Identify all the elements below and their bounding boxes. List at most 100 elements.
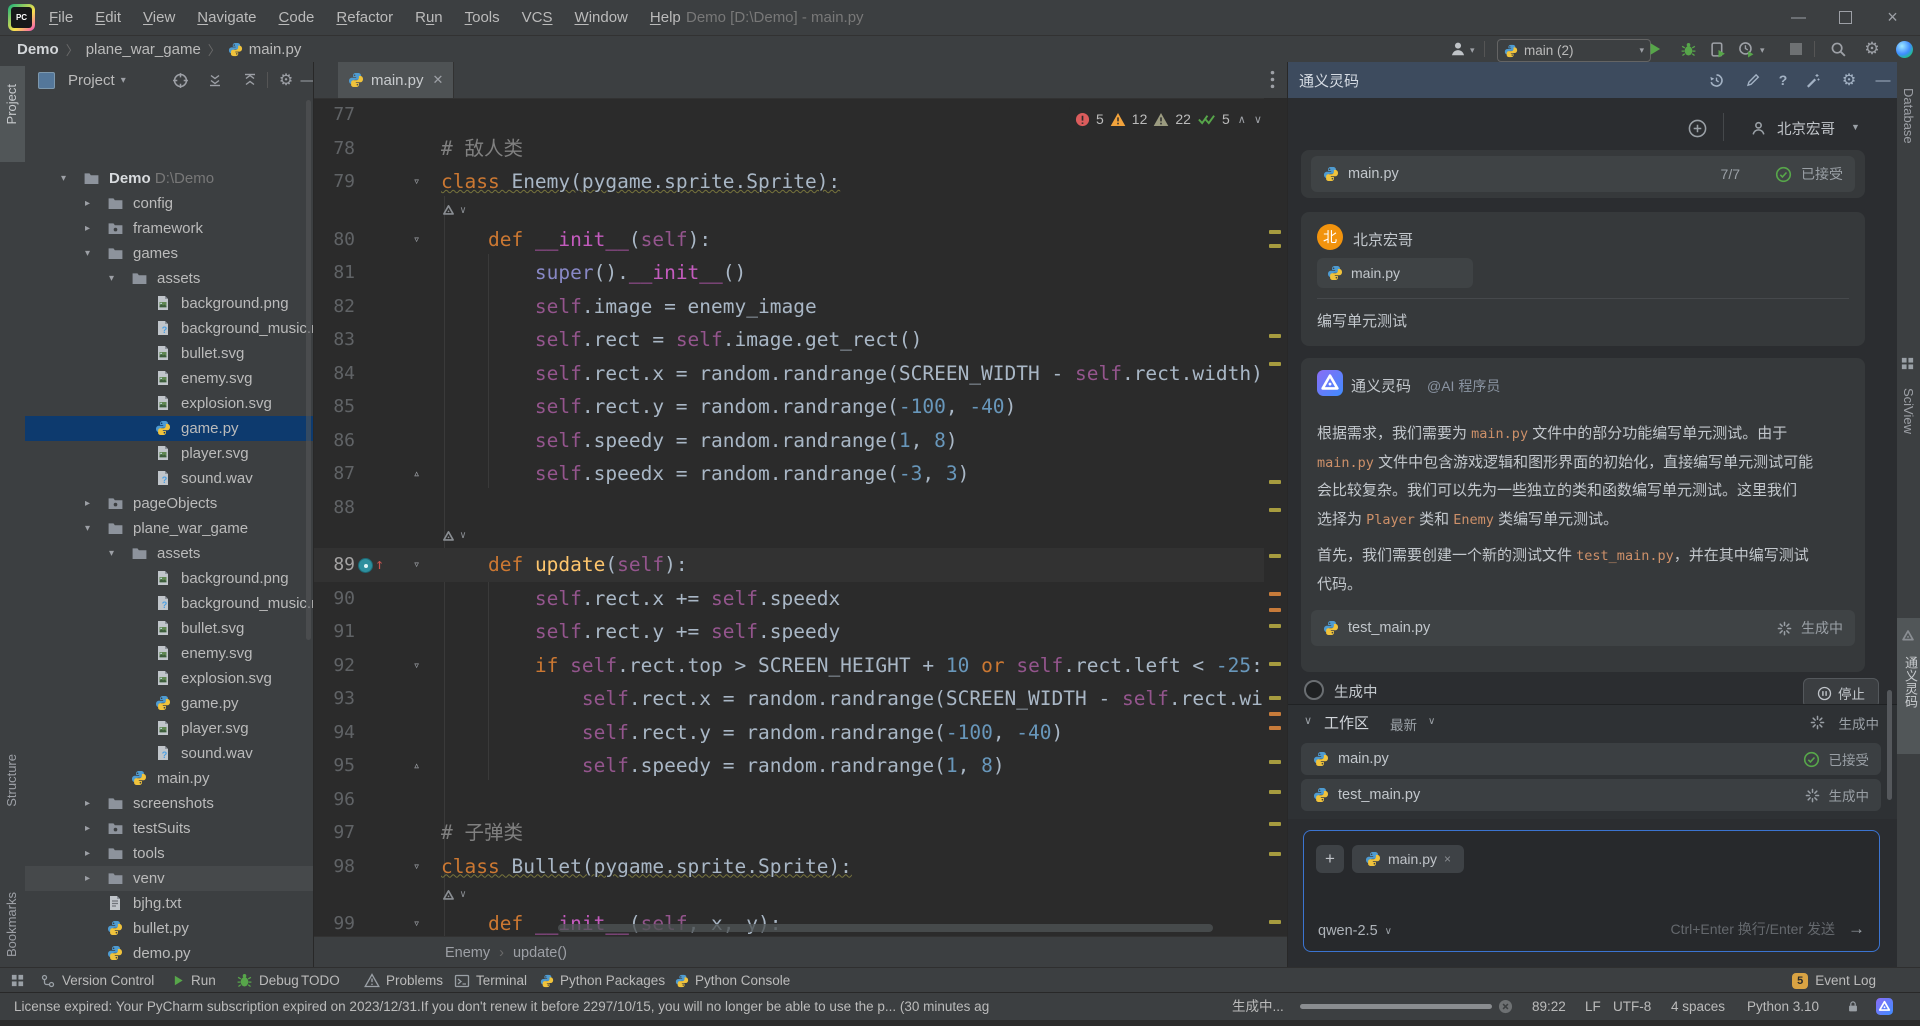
gutter[interactable]	[355, 816, 441, 850]
run-button[interactable]	[1645, 39, 1665, 59]
line-number[interactable]: 84	[314, 357, 355, 391]
line-number[interactable]: 96	[314, 783, 355, 817]
indent-style[interactable]: 4 spaces	[1671, 993, 1725, 1020]
chevron-right-icon[interactable]: ▸	[85, 816, 90, 841]
error-stripe-mark[interactable]	[1269, 624, 1281, 628]
hide-ai-panel-icon[interactable]: —	[1873, 70, 1893, 90]
tool-window-button-todo[interactable]: TODO	[301, 968, 340, 993]
license-message[interactable]: License expired: Your PyCharm subscripti…	[14, 993, 1219, 1020]
tree-item-explosion-svg[interactable]: explosion.svg	[25, 391, 313, 416]
cancel-progress-icon[interactable]	[1498, 999, 1513, 1015]
line-number[interactable]: 83	[314, 323, 355, 357]
line-number[interactable]: 87	[314, 457, 355, 491]
sort-dropdown-icon[interactable]: ∨	[1428, 716, 1435, 727]
error-stripe-mark[interactable]	[1269, 230, 1281, 234]
code-line[interactable]: 92▿ if self.rect.top > SCREEN_HEIGHT + 1…	[314, 649, 1264, 683]
menu-vcs[interactable]: VCS	[511, 9, 564, 26]
gutter[interactable]	[355, 357, 441, 391]
gutter[interactable]	[355, 98, 441, 132]
tree-item-sound-wav[interactable]: ?sound.wav	[25, 466, 313, 491]
tree-item-config[interactable]: ▸config	[25, 191, 313, 216]
stripe-tab-structure[interactable]: Structure	[4, 754, 19, 807]
tree-item-enemy-svg[interactable]: enemy.svg	[25, 641, 313, 666]
code-line[interactable]: 98▿class Bullet(pygame.sprite.Sprite):	[314, 850, 1264, 884]
profiler-button[interactable]	[1736, 39, 1756, 59]
send-icon[interactable]: →	[1848, 919, 1865, 939]
line-number[interactable]: 88	[314, 491, 355, 525]
tree-item-player-svg[interactable]: player.svg	[25, 441, 313, 466]
history-file-row[interactable]: main.py 7/7 已接受	[1311, 156, 1855, 192]
ai-generating-gutter-icon[interactable]	[358, 558, 373, 573]
error-stripe-mark[interactable]	[1269, 760, 1281, 764]
error-stripe-mark[interactable]	[1269, 334, 1281, 338]
code-line[interactable]: 96	[314, 783, 1264, 817]
tree-item-background-png[interactable]: background.png	[25, 291, 313, 316]
error-stripe-mark[interactable]	[1269, 920, 1281, 924]
code-line[interactable]: 79▿class Enemy(pygame.sprite.Sprite):	[314, 165, 1264, 199]
gutter[interactable]: ▿	[355, 649, 441, 683]
collapse-all-icon[interactable]	[241, 71, 259, 89]
project-scrollbar[interactable]	[306, 100, 311, 640]
breadcrumb-item[interactable]: Demo	[17, 41, 59, 58]
hide-panel-icon[interactable]: —	[299, 71, 314, 89]
tool-window-button-run[interactable]: Run	[172, 968, 216, 993]
gutter[interactable]: ▵	[355, 749, 441, 783]
fold-expanded-icon[interactable]: ▿	[413, 223, 420, 257]
tree-item-demo[interactable]: ▾Demo D:\Demo	[25, 166, 313, 191]
ai-settings-gear-icon[interactable]: ⚙	[1839, 70, 1859, 90]
help-icon[interactable]: ?	[1773, 70, 1793, 90]
tree-item-bullet-py[interactable]: bullet.py	[25, 916, 313, 941]
line-number[interactable]: 77	[314, 98, 355, 132]
gutter[interactable]	[355, 390, 441, 424]
tree-item-game-py[interactable]: game.py	[25, 416, 313, 441]
error-stripe-mark[interactable]	[1269, 696, 1281, 700]
gutter[interactable]	[355, 615, 441, 649]
tree-item-game-py[interactable]: game.py	[25, 691, 313, 716]
settings-gear-icon[interactable]: ⚙	[1862, 39, 1882, 59]
tree-item-screenshots[interactable]: ▸screenshots	[25, 791, 313, 816]
ai-panel-scrollbar[interactable]	[1887, 690, 1892, 800]
tool-window-button-version-control[interactable]: Version Control	[40, 968, 154, 993]
line-number[interactable]: 91	[314, 615, 355, 649]
minimize-window-icon[interactable]: —	[1775, 0, 1822, 34]
chevron-right-icon[interactable]: ▸	[85, 791, 90, 816]
event-log-button[interactable]: 5 Event Log	[1792, 968, 1876, 993]
line-number[interactable]: 95	[314, 749, 355, 783]
error-stripe-mark[interactable]	[1269, 362, 1281, 366]
debug-button[interactable]	[1678, 39, 1698, 59]
error-stripe-mark[interactable]	[1269, 852, 1281, 856]
maximize-window-icon[interactable]	[1822, 0, 1869, 34]
breadcrumb-class[interactable]: Enemy	[445, 945, 490, 961]
error-stripe-mark[interactable]	[1269, 608, 1281, 612]
gutter[interactable]: ▿	[355, 223, 441, 257]
tree-item-demo-py[interactable]: demo.py	[25, 941, 313, 966]
gutter[interactable]	[355, 783, 441, 817]
code-line[interactable]: 82 self.image = enemy_image	[314, 290, 1264, 324]
menu-code[interactable]: Code	[268, 9, 326, 26]
code-area[interactable]: 7778# 敌人类79▿class Enemy(pygame.sprite.Sp…	[314, 98, 1264, 936]
tree-item-player-svg[interactable]: player.svg	[25, 716, 313, 741]
stripe-tab-project[interactable]: Project	[4, 84, 19, 124]
stripe-tab-tongyi[interactable]: 通义灵码	[1901, 656, 1920, 708]
chevron-down-icon[interactable]: ▾	[109, 541, 114, 566]
tree-item-assets[interactable]: ▾assets	[25, 541, 313, 566]
chevron-down-icon[interactable]: ▾	[109, 266, 114, 291]
user-file-chip[interactable]: main.py	[1317, 258, 1473, 288]
account-person-icon[interactable]	[1748, 118, 1768, 138]
menu-help[interactable]: Help	[639, 9, 692, 26]
line-separator[interactable]: LF	[1585, 993, 1601, 1020]
tree-item-sound-wav[interactable]: ?sound.wav	[25, 741, 313, 766]
code-line[interactable]: 84 self.rect.x = random.randrange(SCREEN…	[314, 357, 1264, 391]
chevron-right-icon[interactable]: ▸	[85, 191, 90, 216]
line-number[interactable]: 89	[314, 548, 355, 582]
tongyi-status-icon[interactable]	[1876, 998, 1893, 1025]
menu-refactor[interactable]: Refactor	[325, 9, 404, 26]
caret-position[interactable]: 89:22	[1532, 993, 1566, 1020]
gutter[interactable]	[355, 716, 441, 750]
menu-navigate[interactable]: Navigate	[186, 9, 267, 26]
project-panel-title[interactable]: Project	[68, 72, 115, 89]
editor-options-icon[interactable]	[1270, 70, 1275, 89]
breadcrumb-item[interactable]: plane_war_game	[86, 41, 201, 58]
gutter[interactable]: ▵	[355, 457, 441, 491]
python-interpreter[interactable]: Python 3.10	[1747, 993, 1819, 1020]
